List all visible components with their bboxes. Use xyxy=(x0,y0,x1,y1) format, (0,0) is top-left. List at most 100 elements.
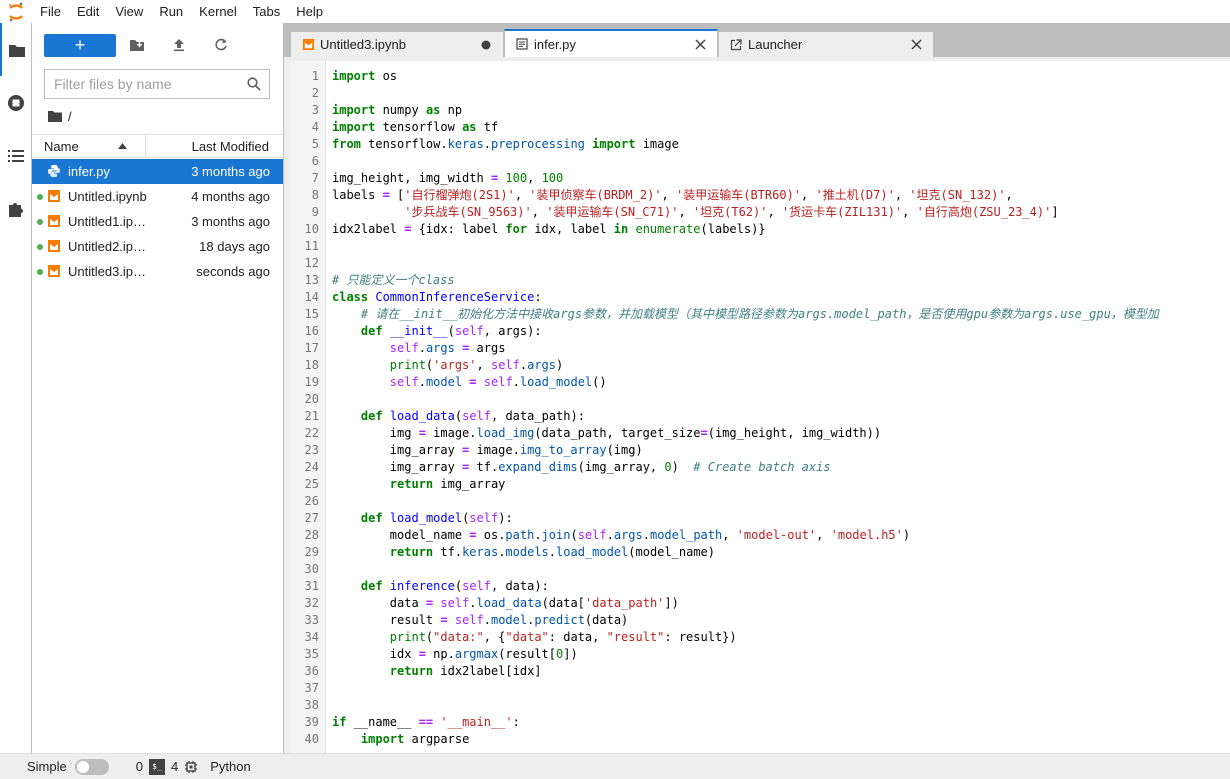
kernel-language[interactable]: Python xyxy=(210,759,250,774)
simple-mode: Simple xyxy=(27,758,109,775)
file-item-untitled3-ipynb[interactable]: Untitled3.ipynb seconds ago xyxy=(32,259,283,284)
code-line[interactable]: 19 self.model = self.load_model() xyxy=(290,374,1230,391)
running-terminals-status[interactable]: 0 $_ 4 xyxy=(136,758,198,775)
notebook-icon xyxy=(47,214,61,228)
menu-help[interactable]: Help xyxy=(288,0,331,23)
file-item-untitled2-ipynb[interactable]: Untitled2.ipynb 18 days ago xyxy=(32,234,283,259)
code-line[interactable]: 26 xyxy=(290,493,1230,510)
line-code: print("data:", {"data": data, "result": … xyxy=(389,630,737,644)
line-code: img_height, img_width = 100, 100 xyxy=(332,171,564,185)
code-line[interactable]: 17 self.args = args xyxy=(290,340,1230,357)
tab-launcher[interactable]: Launcher xyxy=(718,31,934,57)
line-number: 13 xyxy=(304,273,319,287)
file-item-infer-py[interactable]: infer.py 3 months ago xyxy=(32,159,283,184)
file-list: infer.py 3 months ago Untitled.ipynb 4 m… xyxy=(32,159,283,284)
code-line[interactable]: 5 from tensorflow.keras.preprocessing imp… xyxy=(290,136,1230,153)
code-line[interactable]: 35 idx = np.argmax(result[0]) xyxy=(290,646,1230,663)
code-line[interactable]: 39 if __name__ == '__main__': xyxy=(290,714,1230,731)
code-line[interactable]: 3 import numpy as np xyxy=(290,102,1230,119)
code-line[interactable]: 2 xyxy=(290,85,1230,102)
running-indicator-icon xyxy=(37,269,43,275)
refresh-button[interactable] xyxy=(200,34,242,57)
menu-edit[interactable]: Edit xyxy=(69,0,107,23)
menu-view[interactable]: View xyxy=(107,0,151,23)
notebook-icon xyxy=(47,239,61,253)
code-line[interactable]: 32 data = self.load_data(data['data_path… xyxy=(290,595,1230,612)
file-item-untitled1-ipynb[interactable]: Untitled1.ipynb 3 months ago xyxy=(32,209,283,234)
tab-infer-py[interactable]: infer.py xyxy=(504,29,718,57)
code-line[interactable]: 36 return idx2label[idx] xyxy=(290,663,1230,680)
menu-run[interactable]: Run xyxy=(151,0,191,23)
line-code: result = self.model.predict(data) xyxy=(332,613,629,627)
line-code: def __init__(self, args): xyxy=(360,324,542,338)
code-line[interactable]: 18 print('args', self.args) xyxy=(290,357,1230,374)
code-line[interactable]: 27 def load_model(self): xyxy=(290,510,1230,527)
code-line[interactable]: 31 def inference(self, data): xyxy=(290,578,1230,595)
menu-file[interactable]: File xyxy=(32,0,69,23)
code-line[interactable]: 15 # 请在__init__初始化方法中接收args参数，并加载模型（其中模型… xyxy=(290,306,1230,323)
code-line[interactable]: 12 xyxy=(290,255,1230,272)
close-icon[interactable] xyxy=(909,38,923,52)
code-line[interactable]: 24 img_array = tf.expand_dims(img_array,… xyxy=(290,459,1230,476)
code-line[interactable]: 33 result = self.model.predict(data) xyxy=(290,612,1230,629)
line-number: 20 xyxy=(304,392,319,406)
code-line[interactable]: 29 return tf.keras.models.load_model(mod… xyxy=(290,544,1230,561)
unsaved-dot-icon[interactable] xyxy=(479,38,493,52)
code-line[interactable]: 8 labels = ['自行榴弹炮(2S1)', '装甲侦察车(BRDM_2)'… xyxy=(290,187,1230,204)
file-item-untitled-ipynb[interactable]: Untitled.ipynb 4 months ago xyxy=(32,184,283,209)
line-number: 36 xyxy=(304,664,319,678)
line-number: 6 xyxy=(311,154,319,168)
line-code: idx2label = {idx: label for idx, label i… xyxy=(332,222,766,236)
code-line[interactable]: 14 class CommonInferenceService: xyxy=(290,289,1230,306)
filter-files-input[interactable] xyxy=(45,76,239,92)
menu-tabs[interactable]: Tabs xyxy=(245,0,288,23)
code-line[interactable]: 9 '步兵战车(SN_9563)', '装甲运输车(SN_C71)', '坦克(… xyxy=(290,204,1230,221)
code-line[interactable]: 21 def load_data(self, data_path): xyxy=(290,408,1230,425)
extensions-tab[interactable] xyxy=(0,182,32,235)
code-line[interactable]: 37 xyxy=(290,680,1230,697)
code-line[interactable]: 30 xyxy=(290,561,1230,578)
code-lines: 1 import os 2 3 import numpy as np 4 import te… xyxy=(290,68,1230,748)
new-folder-button[interactable] xyxy=(116,34,158,57)
upload-button[interactable] xyxy=(158,34,200,57)
new-launcher-button[interactable]: + xyxy=(44,33,116,57)
code-line[interactable]: 38 xyxy=(290,697,1230,714)
file-browser-tab[interactable] xyxy=(0,23,32,76)
tab-untitled3-ipynb[interactable]: Untitled3.ipynb xyxy=(290,31,504,57)
modified-column-header[interactable]: Last Modified xyxy=(146,139,283,154)
code-line[interactable]: 10 idx2label = {idx: label for idx, label… xyxy=(290,221,1230,238)
code-line[interactable]: 34 print("data:", {"data": data, "result… xyxy=(290,629,1230,646)
jupyter-logo-icon xyxy=(0,0,32,23)
code-line[interactable]: 23 img_array = image.img_to_array(img) xyxy=(290,442,1230,459)
code-line[interactable]: 13 # 只能定义一个class xyxy=(290,272,1230,289)
code-editor[interactable]: 1 import os 2 3 import numpy as np 4 import te… xyxy=(290,61,1230,753)
breadcrumb-path[interactable]: / xyxy=(68,109,72,124)
code-line[interactable]: 16 def __init__(self, args): xyxy=(290,323,1230,340)
menu-kernel[interactable]: Kernel xyxy=(191,0,245,23)
line-code: from tensorflow.keras.preprocessing impo… xyxy=(332,137,679,151)
close-icon[interactable] xyxy=(693,37,707,51)
home-folder-icon[interactable] xyxy=(48,110,62,122)
line-number: 34 xyxy=(304,630,319,644)
name-column-header[interactable]: Name xyxy=(32,135,146,157)
code-line[interactable]: 7 img_height, img_width = 100, 100 xyxy=(290,170,1230,187)
code-line[interactable]: 25 return img_array xyxy=(290,476,1230,493)
code-line[interactable]: 22 img = image.load_img(data_path, targe… xyxy=(290,425,1230,442)
file-modified: 3 months ago xyxy=(191,214,270,229)
commands-tab[interactable] xyxy=(0,129,32,182)
code-line[interactable]: 6 xyxy=(290,153,1230,170)
simple-mode-toggle[interactable] xyxy=(74,758,109,775)
code-line[interactable]: 11 xyxy=(290,238,1230,255)
line-number: 21 xyxy=(304,409,319,423)
kernel-chip-icon xyxy=(185,760,198,773)
file-filter xyxy=(44,69,270,99)
code-line[interactable]: 20 xyxy=(290,391,1230,408)
code-line[interactable]: 1 import os xyxy=(290,68,1230,85)
file-modified: 18 days ago xyxy=(199,239,270,254)
line-number: 29 xyxy=(304,545,319,559)
code-line[interactable]: 4 import tensorflow as tf xyxy=(290,119,1230,136)
code-line[interactable]: 40 import argparse xyxy=(290,731,1230,748)
running-sessions-tab[interactable] xyxy=(0,76,32,129)
code-line[interactable]: 28 model_name = os.path.join(self.args.m… xyxy=(290,527,1230,544)
